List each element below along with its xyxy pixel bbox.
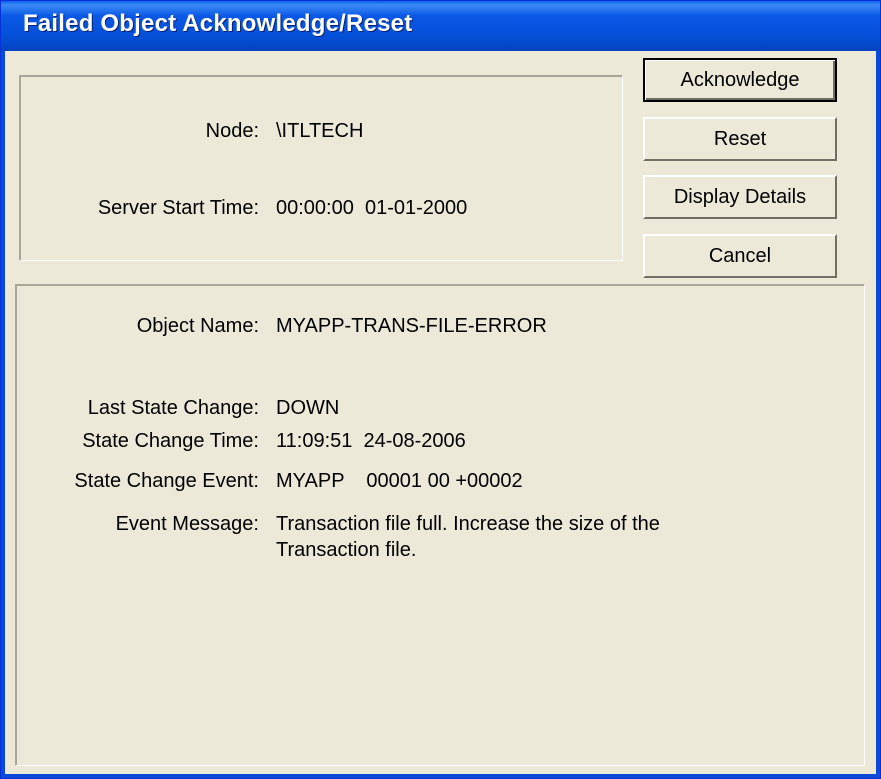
window-frame-left — [1, 51, 5, 778]
state-change-time-label: State Change Time: — [82, 430, 259, 452]
failed-object-dialog: Failed Object Acknowledge/Reset Node: \I… — [0, 0, 881, 779]
acknowledge-button[interactable]: Acknowledge — [643, 58, 837, 102]
server-start-time-value: 00:00:00 01-01-2000 — [276, 197, 468, 219]
node-label: Node: — [205, 120, 259, 142]
reset-button[interactable]: Reset — [643, 117, 837, 161]
state-change-event-label: State Change Event: — [74, 470, 259, 492]
state-change-time-value: 11:09:51 24-08-2006 — [276, 430, 466, 452]
state-change-event-value: MYAPP 00001 00 +00002 — [276, 470, 523, 492]
server-start-time-label: Server Start Time: — [97, 197, 259, 219]
object-name-label: Object Name: — [136, 315, 259, 337]
cancel-button[interactable]: Cancel — [643, 234, 837, 278]
event-message-label: Event Message: — [115, 513, 259, 535]
window-frame-right — [876, 51, 880, 778]
server-info-group — [19, 75, 623, 261]
window-frame-bottom — [1, 774, 880, 778]
window-title: Failed Object Acknowledge/Reset — [23, 10, 413, 37]
last-state-change-label: Last State Change: — [87, 397, 259, 419]
event-message-line-1: Transaction file full. Increase the size… — [276, 513, 660, 535]
display-details-button[interactable]: Display Details — [643, 175, 837, 219]
event-message-line-2: Transaction file. — [276, 539, 417, 561]
object-name-value: MYAPP-TRANS-FILE-ERROR — [276, 315, 547, 337]
node-value: \ITLTECH — [276, 120, 364, 142]
title-bar[interactable]: Failed Object Acknowledge/Reset — [1, 1, 880, 51]
last-state-change-value: DOWN — [276, 397, 340, 419]
